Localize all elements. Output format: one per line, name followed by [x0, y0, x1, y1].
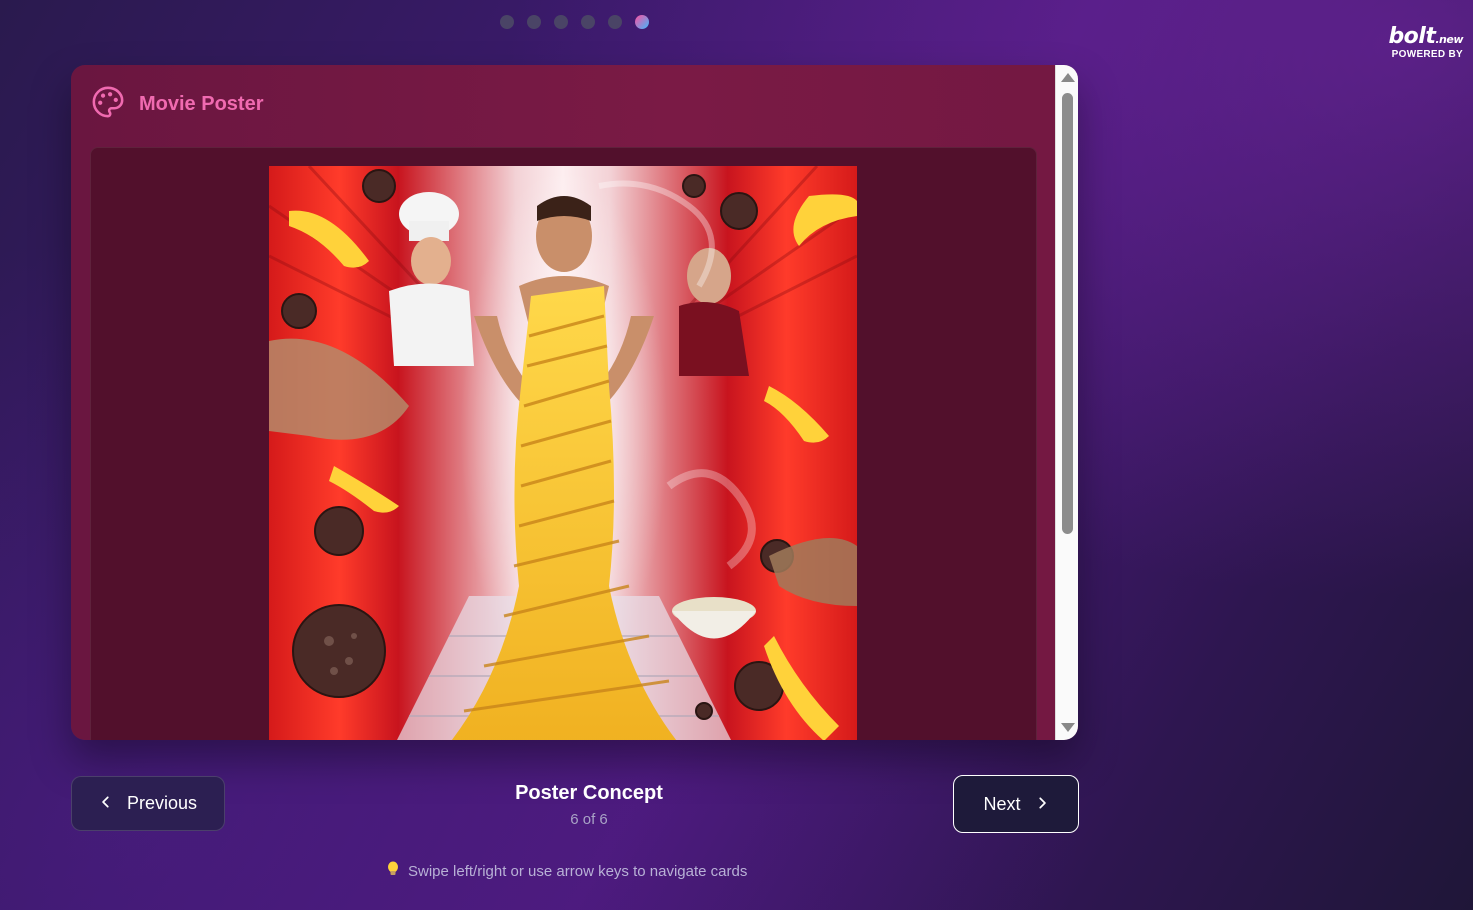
bolt-logo: bolt.new: [1388, 24, 1463, 49]
card-content: Movie Poster: [71, 65, 1055, 740]
navigation-hint: Swipe left/right or use arrow keys to na…: [386, 861, 747, 881]
pagination-dot[interactable]: [554, 15, 568, 29]
lightbulb-icon: [386, 861, 400, 881]
pagination-dot[interactable]: [500, 15, 514, 29]
card-scrollbar[interactable]: [1055, 65, 1078, 740]
scroll-up-arrow-icon[interactable]: [1061, 73, 1075, 82]
pagination-dots: [500, 15, 649, 29]
pagination-dot-active[interactable]: [635, 15, 649, 29]
poster-image: [269, 166, 857, 740]
card-caption: Poster Concept 6 of 6: [489, 782, 689, 828]
next-button-label: Next: [983, 793, 1021, 814]
scrollbar-thumb[interactable]: [1062, 93, 1073, 534]
bolt-brand-badge[interactable]: bolt.new POWERED BY: [1388, 24, 1463, 60]
poster-frame: [90, 147, 1037, 740]
next-button[interactable]: Next: [953, 775, 1079, 833]
card-counter: 6 of 6: [570, 811, 608, 828]
pagination-dot[interactable]: [608, 15, 622, 29]
scroll-down-arrow-icon[interactable]: [1061, 723, 1075, 732]
movie-poster-card: Movie Poster: [71, 65, 1078, 740]
pagination-dot[interactable]: [581, 15, 595, 29]
hint-text: Swipe left/right or use arrow keys to na…: [408, 862, 748, 880]
card-header: Movie Poster: [91, 85, 263, 124]
previous-button-label: Previous: [126, 793, 198, 813]
chevron-right-icon: [1035, 794, 1049, 815]
previous-button[interactable]: Previous: [71, 776, 225, 831]
pagination-dot[interactable]: [527, 15, 541, 29]
card-title: Movie Poster: [139, 93, 264, 115]
palette-icon: [91, 85, 125, 124]
powered-by-label: POWERED BY: [1391, 49, 1463, 60]
chevron-left-icon: [99, 793, 113, 814]
card-caption-title: Poster Concept: [515, 782, 663, 804]
